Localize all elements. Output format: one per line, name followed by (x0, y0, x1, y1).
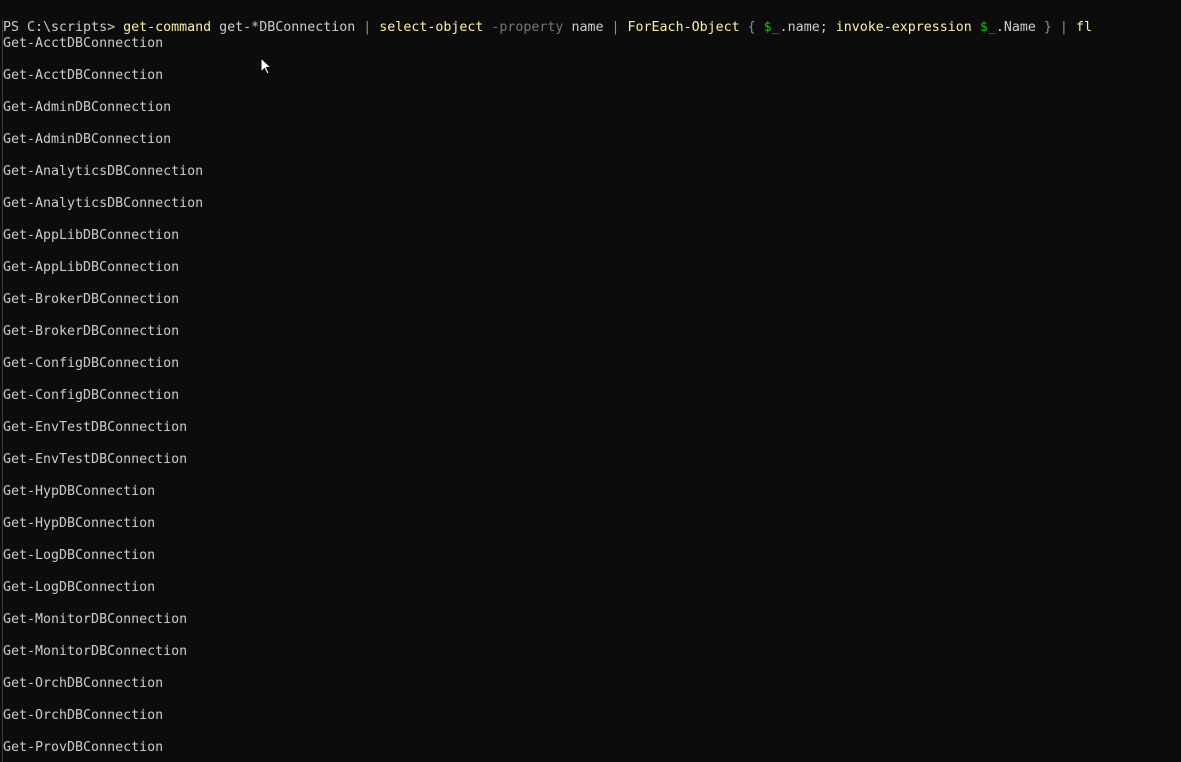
output-line: Get-LogDBConnection (3, 580, 156, 595)
command-line: PS C:\scripts> get-command get-*DBConnec… (3, 20, 1181, 36)
output-line: Get-EnvTestDBConnection (3, 452, 188, 467)
mouse-pointer-icon (260, 57, 272, 75)
command-token-var: $_ (763, 20, 780, 35)
output-line: Get-ConfigDBConnection (3, 388, 180, 403)
command-token-op: | (611, 20, 620, 35)
command-token-arg (756, 20, 764, 35)
output-line: Get-ConfigDBConnection (3, 356, 180, 371)
output-line: Get-OrchDBConnection (3, 708, 164, 723)
command-token-cmd: ForEach-Object (627, 20, 740, 35)
command-token-arg (972, 20, 980, 35)
output-line: Get-BrokerDBConnection (3, 324, 180, 339)
command-token-cmd: fl (1075, 20, 1092, 35)
output-line: Get-BrokerDBConnection (3, 292, 180, 307)
command-token-cmd: get-command (123, 20, 212, 35)
command-token-arg (1068, 20, 1076, 35)
output-line: Get-AdminDBConnection (3, 100, 172, 115)
output-line: Get-AppLibDBConnection (3, 228, 180, 243)
output-line: Get-LogDBConnection (3, 548, 156, 563)
output-lines: Get-AcctDBConnection Get-AcctDBConnection… (3, 36, 1181, 756)
output-line: Get-MonitorDBConnection (3, 644, 188, 659)
command-token-arg: .name; (779, 20, 836, 35)
command-token-op: { (747, 20, 756, 35)
command-text: get-command get-*DBConnection | select-o… (123, 20, 1092, 35)
command-token-arg (740, 20, 748, 35)
command-token-op: | (1059, 20, 1068, 35)
terminal-output[interactable]: PS C:\scripts> get-command get-*DBConnec… (2, 20, 1181, 762)
command-token-op: } (1043, 20, 1052, 35)
output-line: Get-AcctDBConnection (3, 68, 164, 83)
command-token-arg: name (563, 20, 612, 35)
output-line: Get-AnalyticsDBConnection (3, 164, 204, 179)
command-token-param: -property (491, 20, 564, 35)
output-line: Get-AcctDBConnection (3, 36, 164, 51)
output-line: Get-AppLibDBConnection (3, 260, 180, 275)
command-token-cmd: invoke-expression (835, 20, 972, 35)
command-token-cmd: select-object (379, 20, 484, 35)
output-line: Get-AnalyticsDBConnection (3, 196, 204, 211)
command-token-arg: .Name (995, 20, 1044, 35)
command-token-var: $_ (979, 20, 996, 35)
output-line: Get-HypDBConnection (3, 516, 156, 531)
command-token-arg (1052, 20, 1060, 35)
output-line: Get-OrchDBConnection (3, 676, 164, 691)
output-line: Get-MonitorDBConnection (3, 612, 188, 627)
command-token-arg: get-*DBConnection (211, 20, 364, 35)
output-line: Get-HypDBConnection (3, 484, 156, 499)
output-line: Get-EnvTestDBConnection (3, 420, 188, 435)
output-line: Get-ProvDBConnection (3, 740, 164, 755)
command-token-arg (620, 20, 628, 35)
prompt: PS C:\scripts> (3, 20, 124, 35)
output-line: Get-AdminDBConnection (3, 132, 172, 147)
